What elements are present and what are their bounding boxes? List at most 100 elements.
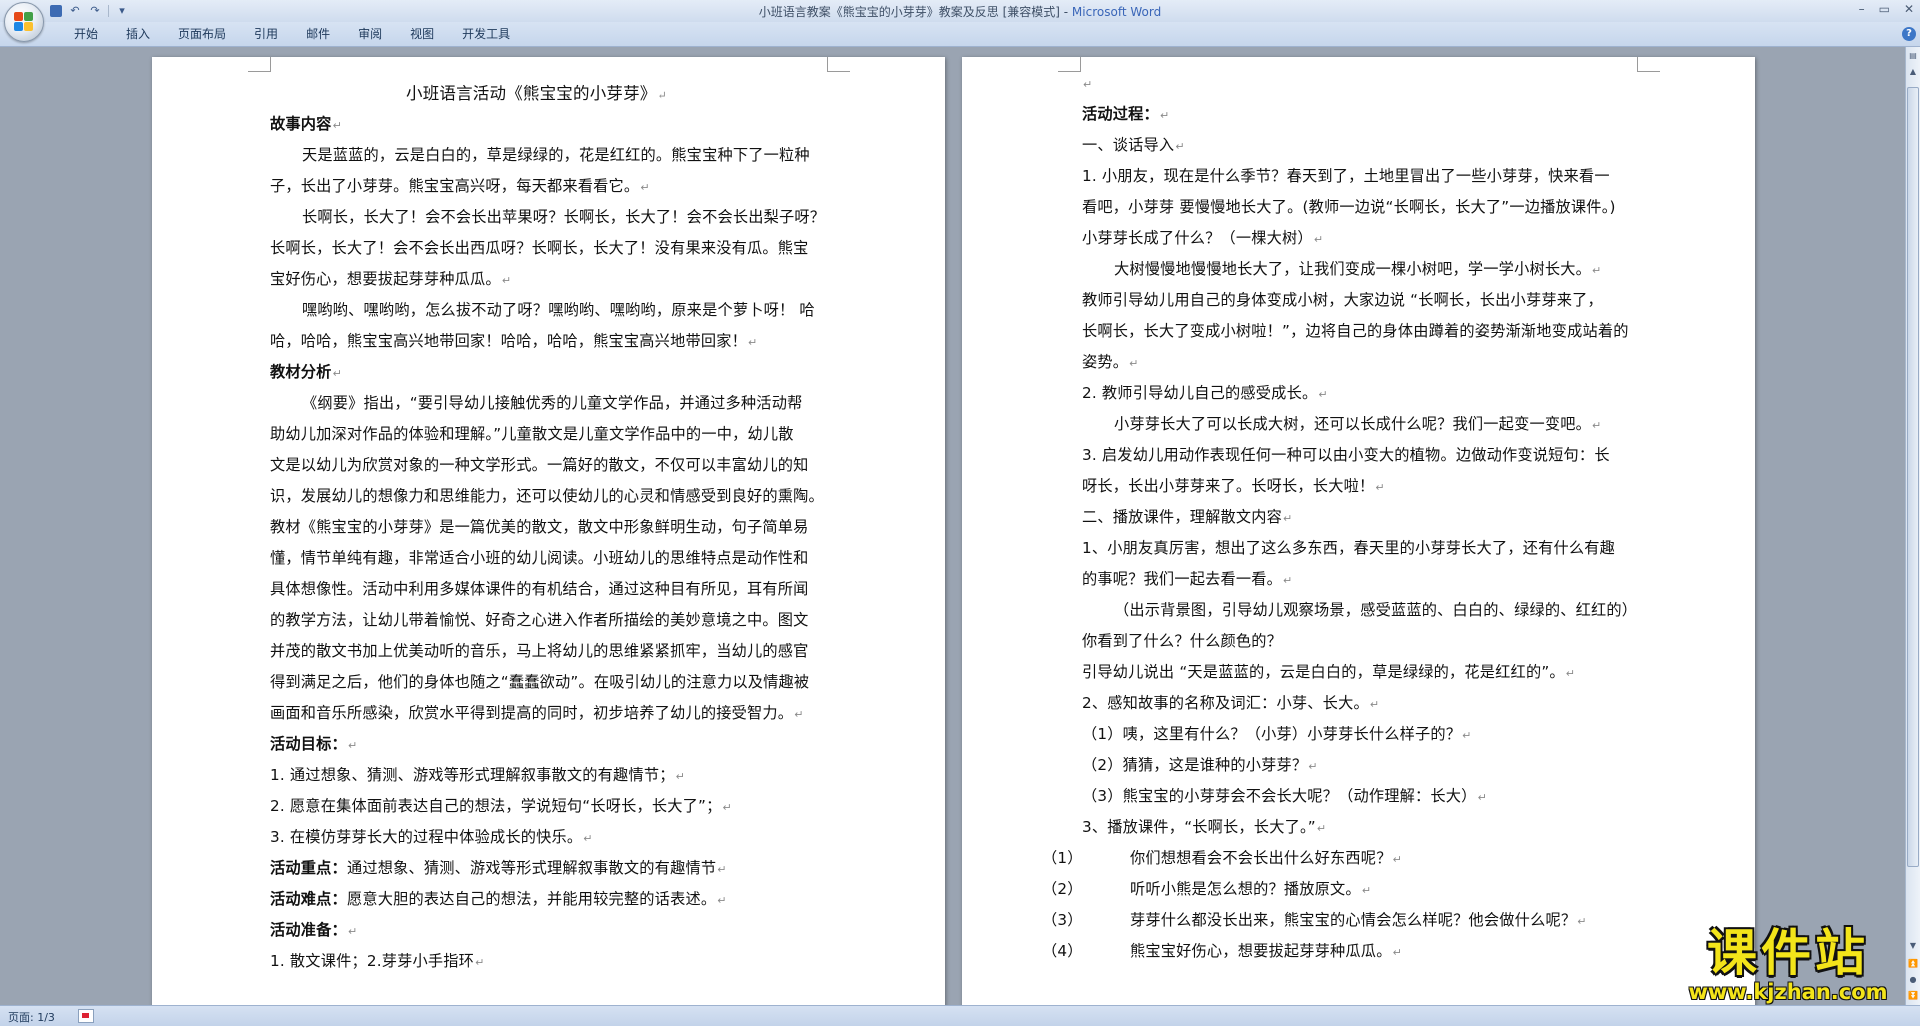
scroll-down-icon[interactable]: ▼ <box>1907 939 1919 953</box>
section-heading: 一、谈话导入↵ <box>1082 136 1185 154</box>
paragraph-line: 哈，哈哈，熊宝宝高兴地带回家！哈哈，哈哈，熊宝宝高兴地带回家！↵ <box>270 332 758 350</box>
numbered-item: （2） 听听小熊是怎么想的？播放原文。↵ <box>1042 880 1372 898</box>
paragraph-line: 大树慢慢地慢慢地长大了，让我们变成一棵小树吧，学一学小树长大。↵ <box>1114 260 1602 278</box>
list-item: 3. 在模仿芽芽长大的过程中体验成长的快乐。↵ <box>270 828 593 846</box>
paragraph-line: 姿势。↵ <box>1082 353 1139 371</box>
margin-corner-mark <box>248 57 271 72</box>
paragraph-line: 画面和音乐所感染，欣赏水平得到提高的同时，初步培养了幼儿的接受智力。↵ <box>270 704 804 722</box>
empty-paragraph: ↵ <box>1083 78 1093 91</box>
paragraph-line: 宝好伤心，想要拔起芽芽种瓜瓜。↵ <box>270 270 512 288</box>
ruler-toggle-icon[interactable]: ▤ <box>1907 49 1919 63</box>
difficulty-line: 活动难点：愿意大胆的表达自己的想法，并能用较完整的话表述。↵ <box>270 890 727 908</box>
paragraph-line: 1、小朋友真厉害，想出了这么多东西，春天里的小芽芽长大了，还有什么有趣 <box>1082 539 1616 557</box>
list-item: 1. 通过想象、猜测、游戏等形式理解叙事散文的有趣情节；↵ <box>270 766 686 784</box>
paragraph-line: 引导幼儿说出 “天是蓝蓝的，云是白白的，草是绿绿的，花是红红的”。↵ <box>1082 663 1576 681</box>
watermark-url: www.kjzhan.com <box>1688 980 1888 1004</box>
paragraph-line: 的教学方法，让幼儿带着愉悦、好奇之心进入作者所描绘的美妙意境之中。图文 <box>270 611 809 629</box>
paragraph-line: 子，长出了小芽芽。熊宝宝高兴呀，每天都来看看它。↵ <box>270 177 650 195</box>
app-name: Microsoft Word <box>1071 5 1162 19</box>
paragraph-line: 并茂的散文书加上优美动听的音乐，马上将幼儿的思维紧紧抓牢，当幼儿的感官 <box>270 642 809 660</box>
minimize-button[interactable]: – <box>1859 2 1865 16</box>
proofing-icon[interactable] <box>78 1009 94 1023</box>
page-1-text: 小班语言活动《熊宝宝的小芽芽》↵ 故事内容↵ 天是蓝蓝的，云是白白的，草是绿绿的… <box>270 78 830 977</box>
paragraph-line: 2、感知故事的名称及词汇：小芽、长大。↵ <box>1082 694 1380 712</box>
tab-insert[interactable]: 插入 <box>112 27 164 41</box>
paragraph-line: 教材《熊宝宝的小芽芽》是一篇优美的散文，散文中形象鲜明生动，句子简单易 <box>270 518 809 536</box>
list-item: 2. 愿意在集体面前表达自己的想法，学说短句“长呀长，长大了”；↵ <box>270 797 732 815</box>
scrollbar-thumb[interactable] <box>1907 87 1919 867</box>
paragraph-line: 具体想像性。活动中利用多媒体课件的有机结合，通过这种目有所见，耳有所闻 <box>270 580 809 598</box>
close-button[interactable]: ✕ <box>1904 2 1914 16</box>
page-2-text: ↵ 活动过程：↵ 一、谈话导入↵ 1. 小朋友，现在是什么季节？春天到了，土地里… <box>1042 68 1652 967</box>
section-heading: 二、播放课件，理解散文内容↵ <box>1082 508 1293 526</box>
tab-references[interactable]: 引用 <box>240 27 292 41</box>
paragraph-line: 长啊长，长大了！会不会长出苹果呀？长啊长，长大了！会不会长出梨子呀？ <box>302 208 826 226</box>
list-item: （3）熊宝宝的小芽芽会不会长大呢？（动作理解：长大）↵ <box>1082 787 1487 805</box>
paragraph-line: 小芽芽长成了什么？（一棵大树）↵ <box>1082 229 1324 247</box>
paragraph-line: 3、播放课件，“长啊长，长大了。”↵ <box>1082 818 1327 836</box>
paragraph-line: 的事呢？我们一起去看一看。↵ <box>1082 570 1293 588</box>
paragraph-line: 你看到了什么？什么颜色的？ <box>1082 632 1283 650</box>
numbered-item: （3） 芽芽什么都没长出来，熊宝宝的心情会怎么样呢？他会做什么呢？↵ <box>1042 911 1587 929</box>
tab-view[interactable]: 视图 <box>396 27 448 41</box>
section-heading: 教材分析↵ <box>270 363 342 381</box>
tab-review[interactable]: 审阅 <box>344 27 396 41</box>
window-title: 小班语言教案《熊宝宝的小芽芽》教案及反思 [兼容模式] - Microsoft … <box>0 3 1920 20</box>
paragraph-line: 呀长，长出小芽芽来了。长呀长，长大啦！↵ <box>1082 477 1385 495</box>
paragraph-line: （出示背景图，引导幼儿观察场景，感受蓝蓝的、白白的、绿绿的、红红的） <box>1114 601 1638 619</box>
paragraph-line: 2. 教师引导幼儿自己的感受成长。↵ <box>1082 384 1328 402</box>
office-button[interactable] <box>4 2 44 42</box>
help-icon[interactable]: ? <box>1902 27 1916 41</box>
section-heading: 活动过程：↵ <box>1082 105 1170 123</box>
document-title: 小班语言教案《熊宝宝的小芽芽》教案及反思 [兼容模式] - <box>758 5 1072 19</box>
paragraph-line: 得到满足之后，他们的身体也随之“蠢蠢欲动”。在吸引幼儿的注意力以及情趣被 <box>270 673 810 691</box>
paragraph-line: 文是以幼儿为欣赏对象的一种文学形式。一篇好的散文，不仅可以丰富幼儿的知 <box>270 456 809 474</box>
paragraph-line: 看吧，小芽芽 要慢慢地长大了。(教师一边说“长啊长，长大了”一边播放课件。) <box>1082 198 1616 216</box>
maximize-button[interactable]: ▭ <box>1879 2 1890 16</box>
paragraph-line: 识，发展幼儿的想像力和思维能力，还可以使幼儿的心灵和情感受到良好的熏陶。 <box>270 487 824 505</box>
paragraph-line: 教师引导幼儿用自己的身体变成小树，大家边说 “长啊长，长出小芽芽来了， <box>1082 291 1603 309</box>
tab-developer[interactable]: 开发工具 <box>448 27 524 41</box>
paragraph-line: 嘿哟哟、嘿哟哟，怎么拔不动了呀？嘿哟哟、嘿哟哟，原来是个萝卜呀！ 哈 <box>302 301 815 319</box>
next-page-icon[interactable]: ⏬ <box>1907 989 1919 1003</box>
vertical-scrollbar[interactable]: ▤ ▲ ▼ ⏫ ● ⏬ <box>1905 47 1920 1005</box>
previous-page-icon[interactable]: ⏫ <box>1907 957 1919 971</box>
list-item: （2）猜猜，这是谁种的小芽芽？↵ <box>1082 756 1318 774</box>
paragraph-line: 小芽芽长大了可以长成大树，还可以长成什么呢？我们一起变一变吧。↵ <box>1114 415 1602 433</box>
paragraph-line: 长啊长，长大了！会不会长出西瓜呀？长啊长，长大了！没有果来没有瓜。熊宝 <box>270 239 809 257</box>
ribbon-tab-bar: 开始 插入 页面布局 引用 邮件 审阅 视图 开发工具 ? <box>0 22 1920 47</box>
document-area: 小班语言活动《熊宝宝的小芽芽》↵ 故事内容↵ 天是蓝蓝的，云是白白的，草是绿绿的… <box>0 47 1906 1017</box>
list-item: 1. 散文课件；2.芽芽小手指环↵ <box>270 952 485 970</box>
paragraph-line: 《纲要》指出，“要引导幼儿接触优秀的儿童文学作品，并通过多种活动帮 <box>302 394 803 412</box>
paragraph-line: 1. 小朋友，现在是什么季节？春天到了，土地里冒出了一些小芽芽，快来看一 <box>1082 167 1610 185</box>
paragraph-line: 助幼儿加深对作品的体验和理解。”儿童散文是儿童文学作品中的一中，幼儿散 <box>270 425 794 443</box>
section-heading: 故事内容↵ <box>270 115 342 133</box>
paragraph-line: 长啊长，长大了变成小树啦！”，边将自己的身体由蹲着的姿势渐渐地变成站着的 <box>1082 322 1629 340</box>
paragraph-line: 懂，情节单纯有趣，非常适合小班的幼儿阅读。小班幼儿的思维特点是动作性和 <box>270 549 809 567</box>
numbered-item: （4） 熊宝宝好伤心，想要拔起芽芽种瓜瓜。↵ <box>1042 942 1403 960</box>
section-heading: 活动准备：↵ <box>270 921 358 939</box>
tab-mailings[interactable]: 邮件 <box>292 27 344 41</box>
numbered-item: （1） 你们想想看会不会长出什么好东西呢？↵ <box>1042 849 1403 867</box>
key-point-line: 活动重点：通过想象、猜测、游戏等形式理解叙事散文的有趣情节↵ <box>270 859 727 877</box>
office-logo-icon <box>14 12 34 32</box>
tab-home[interactable]: 开始 <box>60 27 112 41</box>
title-bar: ↶ ↷ ▾ 小班语言教案《熊宝宝的小芽芽》教案及反思 [兼容模式] - Micr… <box>0 0 1920 22</box>
watermark-title: 课件站 <box>1707 924 1869 982</box>
paragraph-line: 3. 启发幼儿用动作表现任何一种可以由小变大的植物。边做动作变说短句：长 <box>1082 446 1610 464</box>
margin-corner-mark <box>1058 57 1081 72</box>
window-controls: – ▭ ✕ <box>1859 2 1914 16</box>
site-watermark: 课件站 www.kjzhan.com <box>1668 925 1908 1005</box>
document-page-2[interactable]: ↵ 活动过程：↵ 一、谈话导入↵ 1. 小朋友，现在是什么季节？春天到了，土地里… <box>962 57 1755 1017</box>
status-bar: 页面: 1/3 <box>0 1005 1920 1026</box>
list-item: （1）咦，这里有什么？（小芽）小芽芽长什么样子的？↵ <box>1082 725 1472 743</box>
tab-page-layout[interactable]: 页面布局 <box>164 27 240 41</box>
page-count[interactable]: 页面: 1/3 <box>8 1009 55 1025</box>
section-heading: 活动目标：↵ <box>270 735 358 753</box>
document-page-1[interactable]: 小班语言活动《熊宝宝的小芽芽》↵ 故事内容↵ 天是蓝蓝的，云是白白的，草是绿绿的… <box>152 57 945 1017</box>
browse-object-icon[interactable]: ● <box>1907 973 1919 987</box>
document-heading: 小班语言活动《熊宝宝的小芽芽》↵ <box>406 84 667 103</box>
paragraph-line: 天是蓝蓝的，云是白白的，草是绿绿的，花是红红的。熊宝宝种下了一粒种 <box>302 146 810 164</box>
scroll-up-icon[interactable]: ▲ <box>1907 65 1919 79</box>
margin-corner-mark <box>827 57 850 72</box>
